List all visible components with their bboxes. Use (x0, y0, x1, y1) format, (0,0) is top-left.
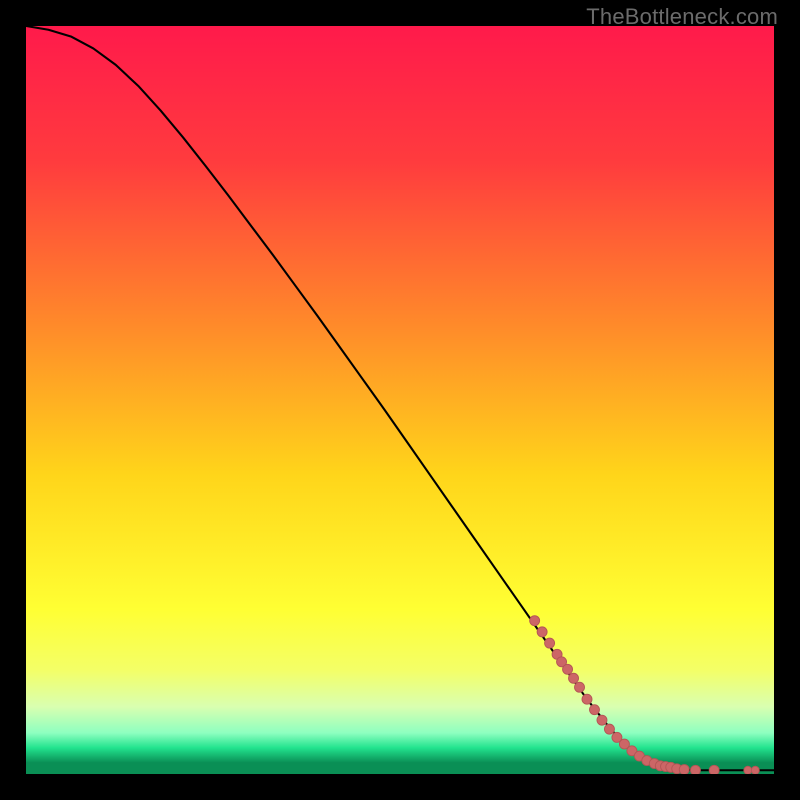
data-marker (679, 765, 689, 774)
chart-frame: TheBottleneck.com (0, 0, 800, 800)
data-marker (575, 682, 585, 692)
data-marker (597, 715, 607, 725)
curve-layer (26, 26, 774, 774)
data-marker (709, 765, 719, 774)
data-marker (545, 638, 555, 648)
plot-area (26, 26, 774, 774)
data-marker (589, 705, 599, 715)
data-marker (690, 765, 700, 774)
data-marker (563, 664, 573, 674)
marker-group (530, 616, 760, 774)
data-marker (751, 766, 759, 774)
data-marker (569, 673, 579, 683)
bottleneck-curve (26, 26, 774, 770)
data-marker (530, 616, 540, 626)
data-marker (582, 694, 592, 704)
data-marker (604, 724, 614, 734)
data-marker (744, 766, 752, 774)
data-marker (537, 627, 547, 637)
